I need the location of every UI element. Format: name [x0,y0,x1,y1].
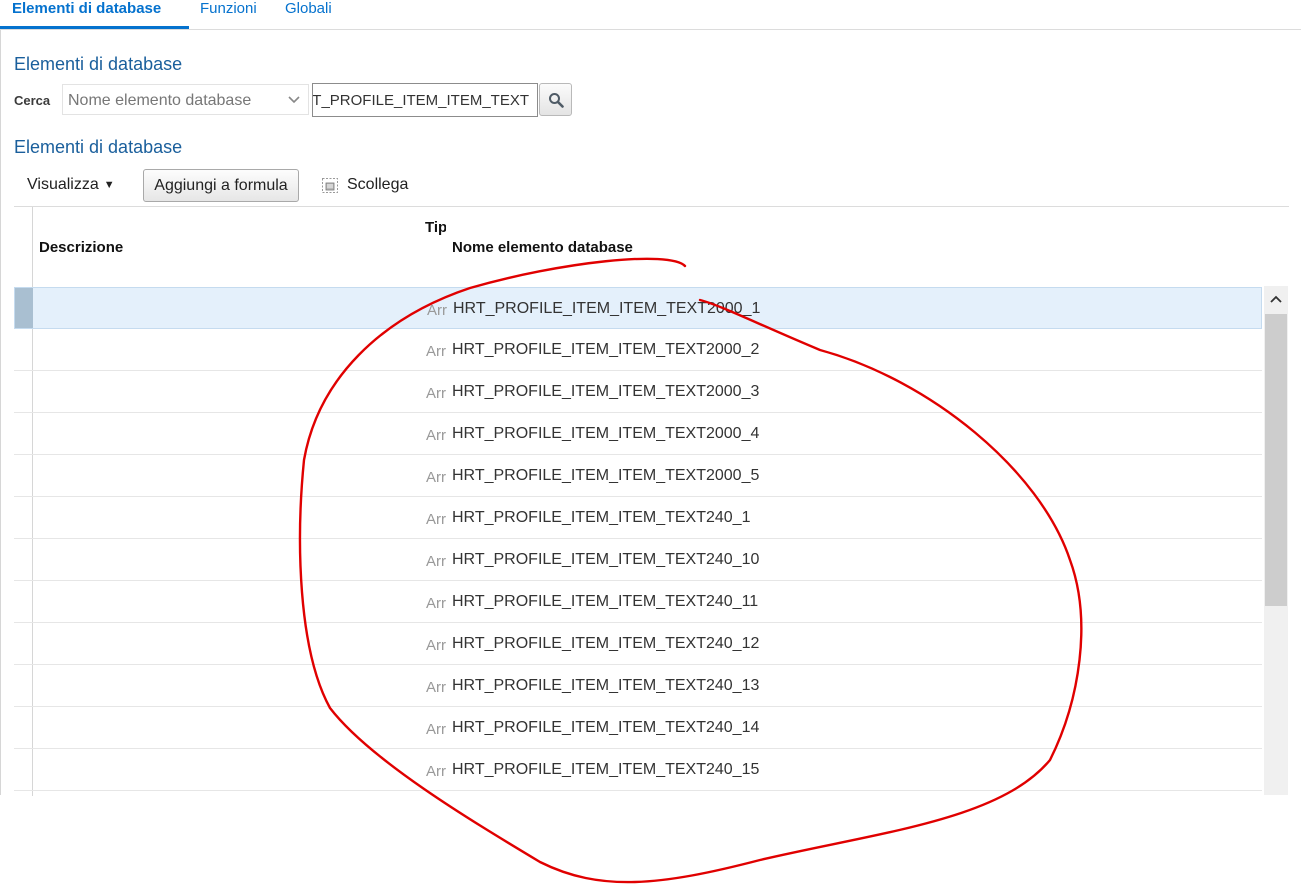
row-marker [14,413,32,454]
row-marker [14,665,32,706]
row-name: HRT_PROFILE_ITEM_ITEM_TEXT2000_4 [452,425,760,442]
table-row[interactable]: Arr HRT_PROFILE_ITEM_ITEM_TEXT2000_5 [14,455,1262,497]
chevron-down-icon [286,91,302,112]
table-row[interactable]: Arr HRT_PROFILE_ITEM_ITEM_TEXT240_11 [14,581,1262,623]
row-name: HRT_PROFILE_ITEM_ITEM_TEXT240_14 [452,719,760,736]
tab-globals[interactable]: Globali [285,0,332,18]
row-marker [14,371,32,412]
row-type: Arr [426,679,446,696]
tab-functions[interactable]: Funzioni [200,0,257,18]
view-menu-label: Visualizza [27,176,99,193]
vertical-scrollbar[interactable] [1264,286,1288,795]
scroll-up-button[interactable] [1264,286,1288,313]
row-type: Arr [426,721,446,738]
row-name: HRT_PROFILE_ITEM_ITEM_TEXT240_15 [452,761,760,778]
row-type: Arr [427,302,447,319]
table-row[interactable]: Arr HRT_PROFILE_ITEM_ITEM_TEXT2000_4 [14,413,1262,455]
row-name: HRT_PROFILE_ITEM_ITEM_TEXT2000_2 [452,341,760,358]
table-row[interactable]: Arr HRT_PROFILE_ITEM_ITEM_TEXT2000_3 [14,371,1262,413]
row-marker [14,539,32,580]
search-field-select[interactable]: Nome elemento database [62,84,309,115]
panel-border [0,30,1,795]
table-row[interactable]: Arr HRT_PROFILE_ITEM_ITEM_TEXT240_13 [14,665,1262,707]
row-name: HRT_PROFILE_ITEM_ITEM_TEXT240_13 [452,677,760,694]
row-name: HRT_PROFILE_ITEM_ITEM_TEXT240_11 [452,593,759,610]
row-name: HRT_PROFILE_ITEM_ITEM_TEXT2000_3 [452,383,760,400]
search-field-value: Nome elemento database [68,92,252,109]
row-type: Arr [426,385,446,402]
row-type: Arr [426,763,446,780]
active-tab-indicator [0,26,189,29]
search-section-title: Elementi di database [14,54,183,74]
row-name: HRT_PROFILE_ITEM_ITEM_TEXT240_12 [452,635,760,652]
table-body: Arr HRT_PROFILE_ITEM_ITEM_TEXT2000_1 Arr H… [14,287,1262,791]
row-marker [14,707,32,748]
table-row[interactable]: Arr HRT_PROFILE_ITEM_ITEM_TEXT240_15 [14,749,1262,791]
column-header-type[interactable]: Tipo di dati [425,218,446,237]
chevron-up-icon [1270,295,1282,303]
table-row[interactable]: Arr HRT_PROFILE_ITEM_ITEM_TEXT240_1 [14,497,1262,539]
detach-label: Scollega [347,176,409,193]
tab-bar: Elementi di database Funzioni Globali [0,0,1301,30]
caret-down-icon: ▼ [103,179,115,191]
row-name: HRT_PROFILE_ITEM_ITEM_TEXT2000_5 [452,467,760,484]
row-marker [15,288,33,328]
row-marker [14,581,32,622]
magnifier-icon [549,93,564,108]
column-header-name[interactable]: Nome elemento database [452,239,633,256]
row-marker [14,749,32,790]
row-type: Arr [426,469,446,486]
row-marker [14,329,32,370]
row-name: HRT_PROFILE_ITEM_ITEM_TEXT240_1 [452,509,751,526]
table-row[interactable]: Arr HRT_PROFILE_ITEM_ITEM_TEXT2000_1 [14,287,1262,329]
results-section-title: Elementi di database [14,137,183,157]
row-type: Arr [426,595,446,612]
row-marker [14,455,32,496]
row-type: Arr [426,511,446,528]
detach-icon [322,178,338,193]
row-type: Arr [426,427,446,444]
table-row[interactable]: Arr HRT_PROFILE_ITEM_ITEM_TEXT240_10 [14,539,1262,581]
row-type: Arr [426,637,446,654]
search-label: Cerca [14,93,51,108]
table-row[interactable]: Arr HRT_PROFILE_ITEM_ITEM_TEXT240_12 [14,623,1262,665]
search-input[interactable]: HRT_PROFILE_ITEM_ITEM_TEXT [312,83,538,117]
row-marker [14,623,32,664]
row-name: HRT_PROFILE_ITEM_ITEM_TEXT240_10 [452,551,760,568]
row-name: HRT_PROFILE_ITEM_ITEM_TEXT2000_1 [453,300,761,317]
row-type: Arr [426,343,446,360]
row-marker [14,497,32,538]
database-items-table: Descrizione Tipo di dati Nome elemento d… [14,206,1289,796]
column-header-description[interactable]: Descrizione [39,239,123,256]
search-input-text: HRT_PROFILE_ITEM_ITEM_TEXT [312,92,529,109]
scroll-thumb[interactable] [1265,314,1287,606]
add-to-formula-button[interactable]: Aggiungi a formula [143,169,299,202]
search-button[interactable] [539,83,572,116]
table-row[interactable]: Arr HRT_PROFILE_ITEM_ITEM_TEXT2000_2 [14,329,1262,371]
view-menu[interactable]: Visualizza ▼ [27,176,115,194]
tab-database-items[interactable]: Elementi di database [12,0,161,18]
row-type: Arr [426,553,446,570]
table-row[interactable]: Arr HRT_PROFILE_ITEM_ITEM_TEXT240_14 [14,707,1262,749]
